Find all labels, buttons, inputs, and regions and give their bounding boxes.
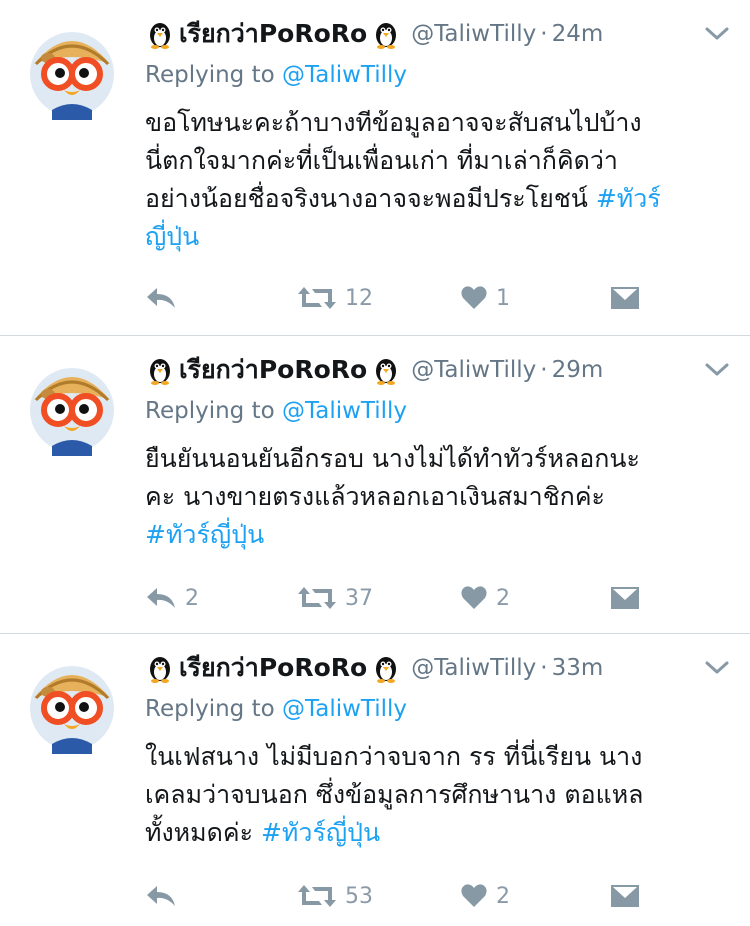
penguin-emoji-icon — [371, 355, 401, 385]
penguin-emoji-icon — [371, 19, 401, 49]
replying-to: Replying to @TaliwTilly — [145, 62, 407, 88]
tweet-text-line: ยืนยันนอนยันอีกรอบ นางไม่ได้ทำทัวร์หลอกน… — [145, 444, 640, 473]
tweet-text-line: ขอโทษนะคะถ้าบางทีข้อมูลอาจจะสับสนไปบ้าง — [145, 108, 642, 137]
retweet-button[interactable]: 12 — [297, 278, 373, 318]
penguin-emoji-icon — [371, 653, 401, 683]
replying-prefix: Replying to — [145, 398, 275, 424]
reply-icon — [145, 884, 177, 908]
timestamp[interactable]: 33m — [552, 655, 604, 681]
hashtag-link[interactable]: ญี่ปุ่น — [145, 218, 735, 256]
tweet-text-line: เคลมว่าจบนอก ซึ่งข้อมูลการศึกษานาง ตอแหล — [145, 780, 644, 809]
reply-count: 2 — [185, 585, 199, 611]
avatar[interactable] — [22, 20, 122, 120]
tweet-text: ขอโทษนะคะถ้าบางทีข้อมูลอาจจะสับสนไปบ้าง … — [145, 104, 735, 256]
replying-handle-link[interactable]: @TaliwTilly — [282, 62, 407, 88]
chevron-down-icon[interactable] — [704, 658, 730, 678]
replying-prefix: Replying to — [145, 696, 275, 722]
tweet-text: ในเฟสนาง ไม่มีบอกว่าจบจาก รร ที่นี่เรียน… — [145, 738, 735, 852]
separator-dot: · — [540, 357, 548, 383]
tweet-header: เรียกว่าPoRoRo @TaliwTilly · 29m — [145, 350, 603, 390]
retweet-button[interactable]: 37 — [297, 578, 373, 618]
display-name[interactable]: เรียกว่าPoRoRo — [179, 350, 367, 390]
retweet-icon — [297, 585, 337, 611]
reply-button[interactable] — [145, 278, 185, 318]
timestamp[interactable]: 24m — [552, 21, 604, 47]
like-count: 2 — [496, 585, 510, 611]
tweet-text-segment: ทั้งหมดค่ะ — [145, 818, 261, 847]
envelope-icon — [610, 586, 640, 610]
penguin-emoji-icon — [145, 19, 175, 49]
separator-dot: · — [540, 655, 548, 681]
tweet-header: เรียกว่าPoRoRo @TaliwTilly · 33m — [145, 648, 603, 688]
tweet-text-line: ในเฟสนาง ไม่มีบอกว่าจบจาก รร ที่นี่เรียน… — [145, 742, 643, 771]
tweet-text-line: นี่ตกใจมากค่ะที่เป็นเพื่อนเก่า ที่มาเล่า… — [145, 146, 618, 175]
tweet-text-line: อย่างน้อยชื่อจริงนางอาจจะพอมีประโยชน์ #ท… — [145, 180, 735, 218]
replying-handle-link[interactable]: @TaliwTilly — [282, 398, 407, 424]
replying-to: Replying to @TaliwTilly — [145, 696, 407, 722]
like-count: 2 — [496, 883, 510, 909]
retweet-button[interactable]: 53 — [297, 876, 373, 916]
heart-icon — [460, 883, 488, 909]
like-button[interactable]: 1 — [460, 278, 510, 318]
retweet-count: 37 — [345, 585, 373, 611]
hashtag-link[interactable]: #ทัวร์ — [596, 184, 661, 213]
tweet[interactable]: เรียกว่าPoRoRo @TaliwTilly · 24m Replyin… — [0, 0, 750, 336]
avatar[interactable] — [22, 356, 122, 456]
envelope-icon — [610, 884, 640, 908]
direct-message-button[interactable] — [610, 876, 640, 916]
direct-message-button[interactable] — [610, 578, 640, 618]
display-name[interactable]: เรียกว่าPoRoRo — [179, 14, 367, 54]
like-button[interactable]: 2 — [460, 876, 510, 916]
reply-button[interactable] — [145, 876, 185, 916]
retweet-count: 12 — [345, 285, 373, 311]
reply-icon — [145, 586, 177, 610]
like-count: 1 — [496, 285, 510, 311]
replying-handle-link[interactable]: @TaliwTilly — [282, 696, 407, 722]
tweet-actions: 53 2 — [145, 876, 645, 916]
display-name[interactable]: เรียกว่าPoRoRo — [179, 648, 367, 688]
replying-prefix: Replying to — [145, 62, 275, 88]
tweet-actions: 2 37 2 — [145, 578, 645, 618]
reply-icon — [145, 286, 177, 310]
penguin-emoji-icon — [145, 653, 175, 683]
tweet[interactable]: เรียกว่าPoRoRo @TaliwTilly · 29m Replyin… — [0, 336, 750, 634]
retweet-icon — [297, 285, 337, 311]
like-button[interactable]: 2 — [460, 578, 510, 618]
tweet-text-segment: อย่างน้อยชื่อจริงนางอาจจะพอมีประโยชน์ — [145, 184, 596, 213]
chevron-down-icon[interactable] — [704, 24, 730, 44]
separator-dot: · — [540, 21, 548, 47]
user-handle[interactable]: @TaliwTilly — [411, 21, 536, 47]
user-handle[interactable]: @TaliwTilly — [411, 357, 536, 383]
tweet-header: เรียกว่าPoRoRo @TaliwTilly · 24m — [145, 14, 603, 54]
chevron-down-icon[interactable] — [704, 360, 730, 380]
retweet-count: 53 — [345, 883, 373, 909]
tweet-text: ยืนยันนอนยันอีกรอบ นางไม่ได้ทำทัวร์หลอกน… — [145, 440, 735, 554]
retweet-icon — [297, 883, 337, 909]
tweet[interactable]: เรียกว่าPoRoRo @TaliwTilly · 33m Replyin… — [0, 634, 750, 926]
user-handle[interactable]: @TaliwTilly — [411, 655, 536, 681]
hashtag-link[interactable]: #ทัวร์ญี่ปุ่น — [261, 818, 380, 847]
timestamp[interactable]: 29m — [552, 357, 604, 383]
direct-message-button[interactable] — [610, 278, 640, 318]
replying-to: Replying to @TaliwTilly — [145, 398, 407, 424]
hashtag-link[interactable]: #ทัวร์ญี่ปุ่น — [145, 516, 735, 554]
penguin-emoji-icon — [145, 355, 175, 385]
heart-icon — [460, 285, 488, 311]
tweet-text-line: ทั้งหมดค่ะ #ทัวร์ญี่ปุ่น — [145, 814, 735, 852]
envelope-icon — [610, 286, 640, 310]
reply-button[interactable]: 2 — [145, 578, 199, 618]
tweet-text-line: คะ นางขายตรงแล้วหลอกเอาเงินสมาชิกค่ะ — [145, 482, 605, 511]
avatar[interactable] — [22, 654, 122, 754]
heart-icon — [460, 585, 488, 611]
tweet-actions: 12 1 — [145, 278, 645, 318]
